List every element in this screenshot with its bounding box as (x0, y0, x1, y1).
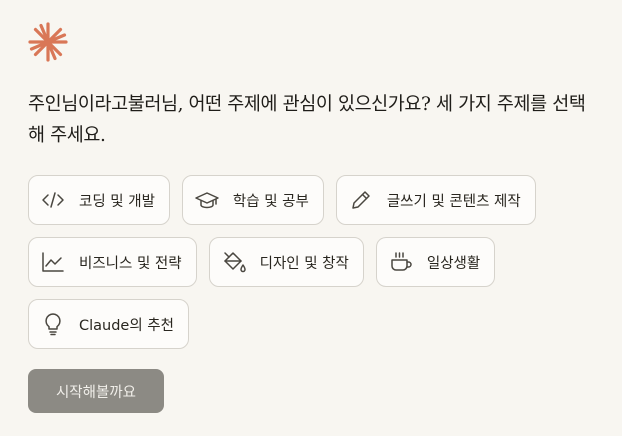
topic-chip-daily-life[interactable]: 일상생활 (375, 237, 496, 287)
topic-chip-label: 글쓰기 및 콘텐츠 제작 (386, 193, 521, 210)
topic-chip-label: 비즈니스 및 전략 (79, 255, 182, 272)
topic-chip-coding[interactable]: 코딩 및 개발 (28, 175, 170, 225)
claude-starburst-icon (28, 22, 68, 62)
line-chart-icon (41, 250, 65, 274)
topic-chip-label: Claude의 추천 (79, 317, 174, 334)
topic-chip-label: 코딩 및 개발 (79, 193, 155, 210)
topic-chip-business[interactable]: 비즈니스 및 전략 (28, 237, 197, 287)
code-icon (41, 188, 65, 212)
lightbulb-icon (41, 312, 65, 336)
paint-bucket-icon (222, 250, 246, 274)
topic-chip-design[interactable]: 디자인 및 창작 (208, 237, 364, 287)
start-button[interactable]: 시작해볼까요 (28, 369, 164, 413)
topic-chip-learning[interactable]: 학습 및 공부 (181, 175, 324, 225)
topic-chip-label: 일상생활 (426, 255, 481, 272)
topic-question: 주인님이라고불러님, 어떤 주제에 관심이 있으신가요? 세 가지 주제를 선택… (28, 94, 586, 146)
pencil-icon (349, 188, 373, 212)
graduation-cap-icon (195, 188, 219, 212)
topic-chip-label: 학습 및 공부 (232, 193, 309, 210)
topic-chip-claude-recommendation[interactable]: Claude의 추천 (28, 299, 189, 349)
coffee-cup-icon (389, 250, 413, 274)
topic-chip-label: 디자인 및 창작 (259, 255, 349, 272)
topic-chip-writing[interactable]: 글쓰기 및 콘텐츠 제작 (335, 175, 536, 225)
